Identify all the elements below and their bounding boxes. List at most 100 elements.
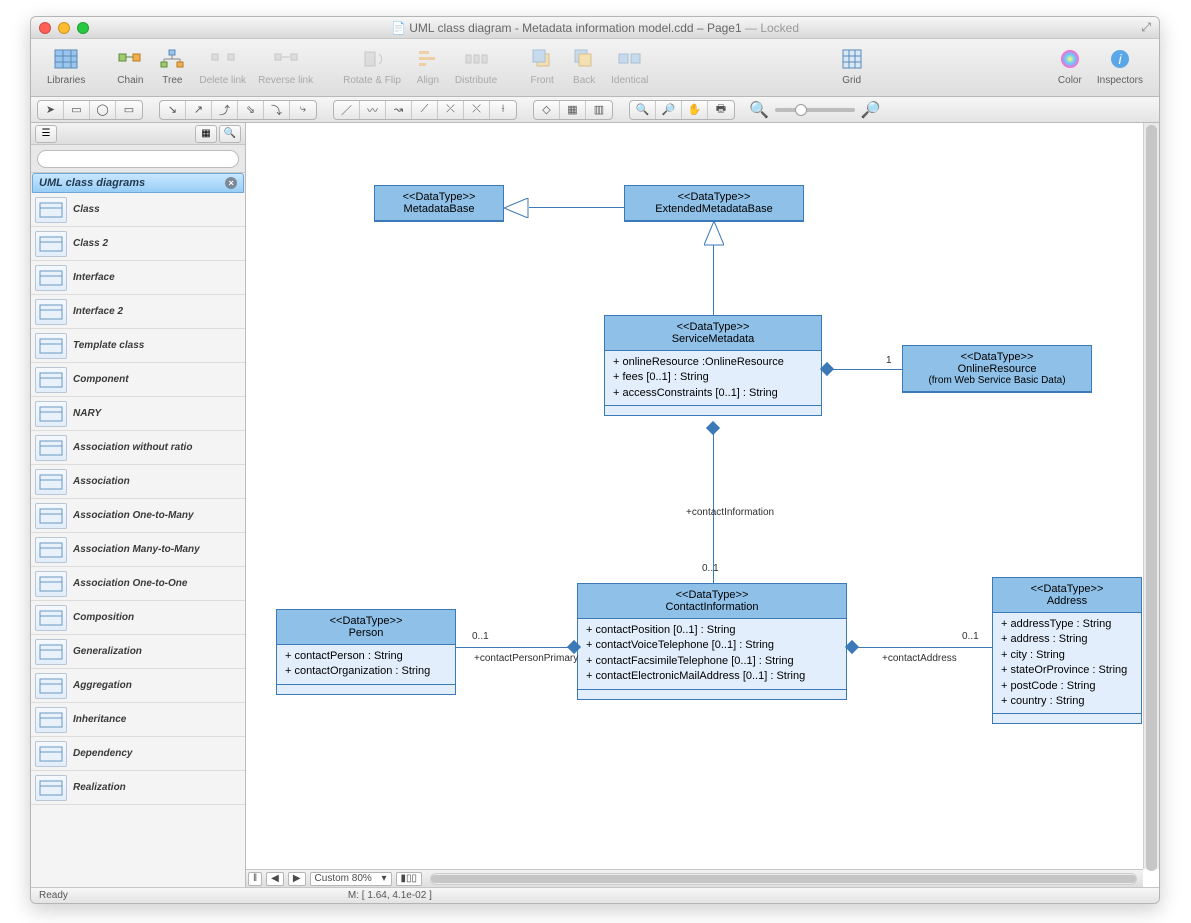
distribute-button[interactable]: Distribute (449, 43, 503, 88)
chain-button[interactable]: Chain (109, 43, 151, 88)
line-tool-7[interactable]: ⟊ (490, 101, 516, 119)
chain-label: Chain (117, 75, 143, 86)
search-row (31, 145, 245, 173)
line-tool-6[interactable]: ⤬ (464, 101, 490, 119)
align-button[interactable]: Align (407, 43, 449, 88)
shape-item[interactable]: NARY (31, 397, 245, 431)
shape-tool-2[interactable]: ▦ (560, 101, 586, 119)
line-tool-3[interactable]: ↝ (386, 101, 412, 119)
layout-toggle-2[interactable]: ▦ (195, 125, 217, 143)
class-name: MetadataBase (381, 203, 497, 215)
prev-page-button[interactable]: ◀ (266, 872, 284, 886)
shape-item[interactable]: Dependency (31, 737, 245, 771)
line-tool-5[interactable]: ⤫ (438, 101, 464, 119)
shape-item[interactable]: Component (31, 363, 245, 397)
pause-button[interactable]: ‖ (248, 872, 262, 886)
connector-tool-3[interactable]: ⤴ (212, 101, 238, 119)
slider-thumb[interactable] (795, 104, 807, 116)
shape-item[interactable]: Aggregation (31, 669, 245, 703)
diamond-icon (820, 362, 834, 376)
connector-tool-6[interactable]: ⤷ (290, 101, 316, 119)
zoom-in-tool[interactable]: 🔎 (656, 101, 682, 119)
reverse-link-button[interactable]: Reverse link (252, 43, 319, 88)
connector-tool-1[interactable]: ↘ (160, 101, 186, 119)
connector-tool-5[interactable]: ⤵ (264, 101, 290, 119)
shape-tool-3[interactable]: ▥ (586, 101, 612, 119)
class-servicemetadata[interactable]: <<DataType>> ServiceMetadata + onlineRes… (604, 315, 822, 416)
inspectors-label: Inspectors (1097, 75, 1143, 86)
shape-item[interactable]: Association One-to-Many (31, 499, 245, 533)
shape-item[interactable]: Interface 2 (31, 295, 245, 329)
connector-composition-4[interactable] (855, 647, 992, 648)
scroll-thumb[interactable] (1146, 125, 1157, 871)
tree-button[interactable]: Tree (151, 43, 193, 88)
libraries-button[interactable]: Libraries (41, 43, 91, 88)
vertical-scrollbar[interactable] (1143, 123, 1159, 869)
class-person[interactable]: <<DataType>> Person + contactPerson : St… (276, 609, 456, 695)
zoom-slider[interactable]: 🔍 🔎 (749, 100, 881, 120)
class-metadatabase[interactable]: <<DataType>> MetadataBase (374, 185, 504, 222)
class-name: Person (283, 627, 449, 639)
layout-toggle-1[interactable]: ☰ (35, 125, 57, 143)
shape-tool-1[interactable]: ◇ (534, 101, 560, 119)
zoom-out-tool[interactable]: 🔍 (630, 101, 656, 119)
canvas-bottom-bar: ‖ ◀ ▶ Custom 80% ▾ ▮▯▯ (246, 869, 1143, 887)
next-page-button[interactable]: ▶ (288, 872, 306, 886)
zoom-combo[interactable]: Custom 80% ▾ (310, 872, 392, 886)
front-button[interactable]: Front (521, 43, 563, 88)
shape-item[interactable]: Association (31, 465, 245, 499)
slider-track[interactable] (775, 108, 855, 112)
search-toggle[interactable]: 🔍 (219, 125, 241, 143)
shape-item[interactable]: Composition (31, 601, 245, 635)
ellipse-tool[interactable]: ◯ (90, 101, 116, 119)
diagram-canvas[interactable]: <<DataType>> MetadataBase <<DataType>> E… (246, 123, 1143, 869)
horizontal-scrollbar[interactable] (430, 873, 1137, 885)
shape-item[interactable]: Class (31, 193, 245, 227)
back-button[interactable]: Back (563, 43, 605, 88)
color-button[interactable]: Color (1049, 43, 1091, 88)
shape-item[interactable]: Inheritance (31, 703, 245, 737)
library-header[interactable]: UML class diagrams × (32, 173, 244, 193)
inspectors-button[interactable]: i Inspectors (1091, 43, 1149, 88)
line-tool-2[interactable]: 〰 (360, 101, 386, 119)
connector-tool-4[interactable]: ⇘ (238, 101, 264, 119)
print-tool[interactable]: 🖶 (708, 101, 734, 119)
connector-generalization-2[interactable] (713, 245, 714, 315)
class-address[interactable]: <<DataType>> Address + addressType : Str… (992, 577, 1142, 724)
search-input[interactable] (37, 150, 239, 168)
pointer-tool[interactable]: ➤ (38, 101, 64, 119)
shape-item[interactable]: Association One-to-One (31, 567, 245, 601)
library-close-icon[interactable]: × (225, 177, 237, 189)
shape-item[interactable]: Association without ratio (31, 431, 245, 465)
connector-composition-2[interactable] (713, 427, 714, 583)
shape-item[interactable]: Association Many-to-Many (31, 533, 245, 567)
rotate-flip-button[interactable]: Rotate & Flip (337, 43, 407, 88)
class-extendedmetadatabase[interactable]: <<DataType>> ExtendedMetadataBase (624, 185, 804, 222)
shape-item[interactable]: Realization (31, 771, 245, 805)
connector-generalization-1[interactable] (529, 207, 624, 208)
identical-button[interactable]: Identical (605, 43, 654, 88)
class-contactinformation[interactable]: <<DataType>> ContactInformation + contac… (577, 583, 847, 700)
connector-composition-3[interactable] (456, 647, 571, 648)
shape-item[interactable]: Class 2 (31, 227, 245, 261)
connector-composition-1[interactable] (830, 369, 902, 370)
shape-label: Interface (73, 272, 115, 283)
delete-link-button[interactable]: Delete link (193, 43, 252, 88)
zoom-in-icon[interactable]: 🔎 (861, 100, 881, 120)
tool-group-view: 🔍 🔎 ✋ 🖶 (629, 100, 735, 120)
line-tool-1[interactable]: ／ (334, 101, 360, 119)
zoom-out-icon[interactable]: 🔍 (749, 100, 769, 120)
shape-item[interactable]: Interface (31, 261, 245, 295)
shape-item[interactable]: Generalization (31, 635, 245, 669)
shape-label: Dependency (73, 748, 132, 759)
class-onlineresource[interactable]: <<DataType>> OnlineResource (from Web Se… (902, 345, 1092, 393)
pan-tool[interactable]: ✋ (682, 101, 708, 119)
grid-button[interactable]: Grid (831, 43, 873, 88)
text-tool[interactable]: ▭ (116, 101, 142, 119)
scroll-thumb[interactable] (431, 875, 1136, 883)
line-tool-4[interactable]: ⟋ (412, 101, 438, 119)
view-mode-1[interactable]: ▮▯▯ (396, 872, 423, 886)
rect-tool[interactable]: ▭ (64, 101, 90, 119)
connector-tool-2[interactable]: ↗ (186, 101, 212, 119)
shape-item[interactable]: Template class (31, 329, 245, 363)
